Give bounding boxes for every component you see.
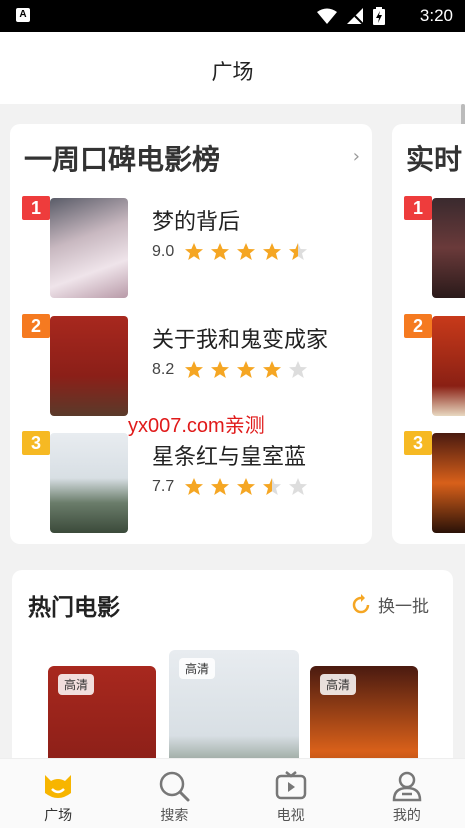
star-empty-icon	[289, 361, 307, 378]
realtime-card-title: 实时	[406, 143, 463, 176]
rank-badge: 3	[22, 431, 50, 455]
hd-badge: 高清	[179, 658, 216, 679]
hd-badge: 高清	[58, 674, 95, 695]
status-bar: A 3:20	[0, 0, 465, 32]
search-icon	[160, 771, 190, 802]
movie-score: 7.7	[152, 478, 175, 495]
weekly-ranking-card[interactable]: 一周口碑电影榜 › 1 梦的背后 9.0 2 关于我和鬼变成家 8.2 3 星条…	[10, 124, 372, 544]
ranking-item[interactable]: 1	[404, 196, 465, 298]
battery-icon	[373, 7, 385, 25]
nav-item-tv[interactable]: 电视	[233, 759, 349, 828]
star-full-icon	[237, 478, 255, 495]
nav-label: 广场	[44, 808, 73, 824]
star-empty-icon	[289, 478, 307, 495]
page-title: 广场	[211, 60, 254, 84]
rating-row: 7.7	[152, 477, 308, 497]
nav-item-search[interactable]: 搜索	[116, 759, 232, 828]
refresh-label: 换一批	[378, 597, 429, 617]
wifi-icon	[317, 8, 337, 24]
ranking-item[interactable]: 1 梦的背后 9.0	[22, 196, 362, 298]
watermark-text: yx007.com亲测	[128, 415, 265, 437]
ranking-item[interactable]: 3 星条红与皇室蓝 7.7	[22, 431, 362, 533]
bottom-navigation: 广场 搜索 电视 我的	[0, 758, 465, 828]
movie-poster[interactable]	[432, 198, 465, 298]
star-full-icon	[185, 361, 203, 378]
movie-title: 星条红与皇室蓝	[152, 445, 307, 470]
nav-label: 电视	[276, 808, 305, 824]
star-full-icon	[237, 243, 255, 260]
hot-movies-title: 热门电影	[28, 595, 120, 621]
rating-row: 9.0	[152, 242, 308, 262]
rank-badge: 1	[22, 196, 50, 220]
app-header: 广场	[0, 32, 465, 104]
nav-item-square[interactable]: 广场	[0, 759, 116, 828]
movie-title: 梦的背后	[152, 210, 241, 235]
refresh-icon	[352, 593, 370, 613]
movie-poster[interactable]	[50, 316, 128, 416]
movie-poster[interactable]	[432, 433, 465, 533]
rank-badge: 1	[404, 196, 432, 220]
star-full-icon	[211, 478, 229, 495]
rank-badge: 3	[404, 431, 432, 455]
movie-score: 9.0	[152, 243, 175, 260]
rating-row: 8.2	[152, 360, 308, 380]
status-icons	[317, 7, 385, 25]
movie-poster[interactable]	[50, 433, 128, 533]
movie-score: 8.2	[152, 361, 175, 378]
nav-label: 我的	[392, 808, 421, 824]
movie-poster[interactable]	[50, 198, 128, 298]
chevron-right-icon[interactable]: ›	[353, 146, 360, 167]
home-icon	[45, 775, 72, 798]
ranking-item[interactable]: 2 关于我和鬼变成家 8.2	[22, 314, 362, 416]
star-full-icon	[211, 243, 229, 260]
star-half-icon	[289, 243, 307, 260]
profile-icon	[392, 771, 422, 802]
tv-icon	[275, 771, 306, 800]
movie-poster[interactable]	[432, 316, 465, 416]
star-full-icon	[211, 361, 229, 378]
ranking-item[interactable]: 2	[404, 314, 465, 416]
ranking-card-title: 一周口碑电影榜	[24, 143, 221, 176]
rank-badge: 2	[22, 314, 50, 338]
refresh-button[interactable]: 换一批	[350, 592, 429, 617]
rank-badge: 2	[404, 314, 432, 338]
nav-label: 搜索	[160, 808, 189, 824]
realtime-ranking-card[interactable]: 实时 1 2 3	[392, 124, 465, 544]
hd-badge: 高清	[320, 674, 357, 695]
star-full-icon	[185, 478, 203, 495]
star-full-icon	[263, 361, 281, 378]
star-full-icon	[185, 243, 203, 260]
star-half-icon	[263, 478, 281, 495]
star-full-icon	[263, 243, 281, 260]
ranking-item[interactable]: 3	[404, 431, 465, 533]
nav-item-profile[interactable]: 我的	[349, 759, 465, 828]
app-notification-icon: A	[16, 8, 30, 22]
clock: 3:20	[419, 6, 453, 25]
signal-icon	[347, 8, 363, 24]
movie-title: 关于我和鬼变成家	[152, 328, 329, 353]
star-full-icon	[237, 361, 255, 378]
